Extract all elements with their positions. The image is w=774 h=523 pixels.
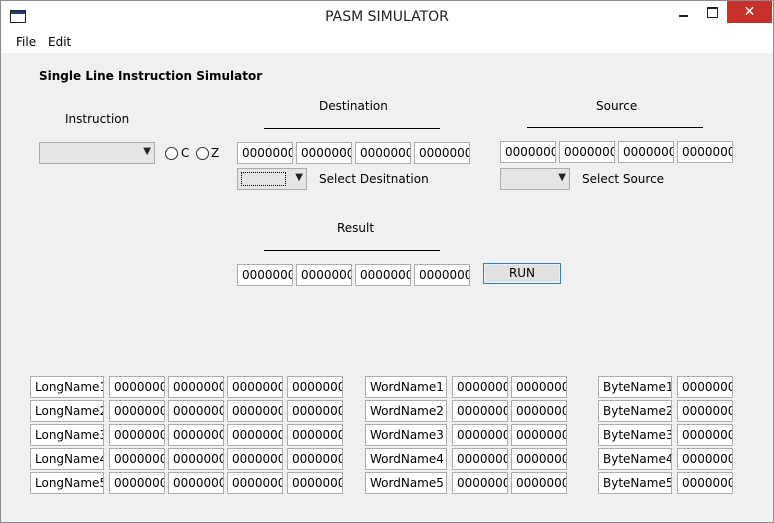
source-field-3[interactable]: 00000000 bbox=[618, 141, 674, 163]
radio-c[interactable] bbox=[165, 147, 178, 160]
long-reg-2-value-3[interactable]: 00000000 bbox=[227, 400, 283, 422]
byte-reg-3-value[interactable]: 00000000 bbox=[677, 424, 733, 446]
destination-select-label: Select Desitnation bbox=[319, 172, 429, 186]
word-reg-name-5[interactable]: WordName5 bbox=[365, 472, 447, 494]
menu-file[interactable]: File bbox=[16, 35, 36, 49]
result-field-3[interactable]: 00000000 bbox=[355, 264, 411, 286]
source-select-label: Select Source bbox=[582, 172, 665, 186]
radio-z[interactable] bbox=[196, 147, 209, 160]
run-button[interactable]: RUN bbox=[483, 263, 561, 284]
long-reg-name-4[interactable]: LongName4 bbox=[30, 448, 104, 470]
source-divider bbox=[527, 127, 703, 128]
byte-reg-name-1[interactable]: ByteName1 bbox=[598, 376, 672, 398]
radio-z-label: Z bbox=[211, 146, 220, 160]
long-reg-3-value-1[interactable]: 00000000 bbox=[109, 424, 165, 446]
long-reg-3-value-3[interactable]: 00000000 bbox=[227, 424, 283, 446]
long-reg-3-value-4[interactable]: 00000000 bbox=[287, 424, 343, 446]
word-reg-name-3[interactable]: WordName3 bbox=[365, 424, 447, 446]
byte-reg-name-3[interactable]: ByteName3 bbox=[598, 424, 672, 446]
long-reg-2-value-4[interactable]: 00000000 bbox=[287, 400, 343, 422]
destination-field-4[interactable]: 00000000 bbox=[414, 142, 470, 164]
long-reg-5-value-3[interactable]: 00000000 bbox=[227, 472, 283, 494]
byte-reg-2-value[interactable]: 00000000 bbox=[677, 400, 733, 422]
result-field-1[interactable]: 00000000 bbox=[237, 264, 293, 286]
long-reg-4-value-3[interactable]: 00000000 bbox=[227, 448, 283, 470]
focus-outline bbox=[241, 172, 286, 186]
destination-field-2[interactable]: 00000000 bbox=[296, 142, 352, 164]
window-title: PASM SIMULATOR bbox=[325, 9, 449, 25]
result-label: Result bbox=[337, 221, 375, 235]
radio-c-label: C bbox=[181, 146, 190, 160]
word-reg-2-value-2[interactable]: 00000000 bbox=[511, 400, 567, 422]
long-reg-4-value-4[interactable]: 00000000 bbox=[287, 448, 343, 470]
long-reg-1-value-1[interactable]: 00000000 bbox=[109, 376, 165, 398]
word-reg-2-value-1[interactable]: 00000000 bbox=[452, 400, 508, 422]
word-reg-3-value-1[interactable]: 00000000 bbox=[452, 424, 508, 446]
source-select[interactable]: ▼ bbox=[500, 168, 570, 190]
long-reg-3-value-2[interactable]: 00000000 bbox=[168, 424, 224, 446]
word-reg-3-value-2[interactable]: 00000000 bbox=[511, 424, 567, 446]
word-reg-name-1[interactable]: WordName1 bbox=[365, 376, 447, 398]
word-reg-1-value-1[interactable]: 00000000 bbox=[452, 376, 508, 398]
result-divider bbox=[264, 250, 440, 251]
destination-select[interactable]: ▼ bbox=[237, 168, 307, 190]
chevron-down-icon: ▼ bbox=[295, 172, 303, 183]
source-field-4[interactable]: 00000000 bbox=[677, 141, 733, 163]
source-field-2[interactable]: 00000000 bbox=[559, 141, 615, 163]
word-reg-4-value-2[interactable]: 00000000 bbox=[511, 448, 567, 470]
long-reg-5-value-4[interactable]: 00000000 bbox=[287, 472, 343, 494]
title-bar[interactable]: PASM SIMULATOR ✕ bbox=[1, 1, 773, 32]
source-label: Source bbox=[596, 99, 638, 113]
word-reg-5-value-1[interactable]: 00000000 bbox=[452, 472, 508, 494]
word-reg-1-value-2[interactable]: 00000000 bbox=[511, 376, 567, 398]
menu-bar: File Edit bbox=[1, 32, 773, 53]
section-title: Single Line Instruction Simulator bbox=[39, 69, 263, 83]
instruction-label: Instruction bbox=[65, 112, 130, 126]
source-field-1[interactable]: 00000000 bbox=[500, 141, 556, 163]
destination-field-1[interactable]: 00000000 bbox=[237, 142, 293, 164]
long-reg-name-3[interactable]: LongName3 bbox=[30, 424, 104, 446]
chevron-down-icon: ▼ bbox=[558, 172, 566, 183]
minimize-button[interactable] bbox=[669, 1, 697, 23]
destination-label: Destination bbox=[319, 99, 388, 113]
long-reg-name-5[interactable]: LongName5 bbox=[30, 472, 104, 494]
long-reg-4-value-1[interactable]: 00000000 bbox=[109, 448, 165, 470]
long-reg-4-value-2[interactable]: 00000000 bbox=[168, 448, 224, 470]
destination-field-3[interactable]: 00000000 bbox=[355, 142, 411, 164]
byte-reg-5-value[interactable]: 00000000 bbox=[677, 472, 733, 494]
long-reg-1-value-4[interactable]: 00000000 bbox=[287, 376, 343, 398]
long-reg-5-value-2[interactable]: 00000000 bbox=[168, 472, 224, 494]
long-reg-2-value-1[interactable]: 00000000 bbox=[109, 400, 165, 422]
long-reg-name-1[interactable]: LongName1 bbox=[30, 376, 104, 398]
result-field-4[interactable]: 00000000 bbox=[414, 264, 470, 286]
long-reg-name-2[interactable]: LongName2 bbox=[30, 400, 104, 422]
byte-reg-4-value[interactable]: 00000000 bbox=[677, 448, 733, 470]
word-reg-5-value-2[interactable]: 00000000 bbox=[511, 472, 567, 494]
maximize-button[interactable] bbox=[698, 1, 726, 23]
byte-reg-1-value[interactable]: 00000000 bbox=[677, 376, 733, 398]
instruction-select[interactable]: ▼ bbox=[39, 142, 155, 164]
long-reg-5-value-1[interactable]: 00000000 bbox=[109, 472, 165, 494]
destination-divider bbox=[264, 128, 440, 129]
chevron-down-icon: ▼ bbox=[143, 146, 151, 157]
long-reg-1-value-3[interactable]: 00000000 bbox=[227, 376, 283, 398]
byte-reg-name-2[interactable]: ByteName2 bbox=[598, 400, 672, 422]
byte-reg-name-4[interactable]: ByteName4 bbox=[598, 448, 672, 470]
word-reg-name-4[interactable]: WordName4 bbox=[365, 448, 447, 470]
result-field-2[interactable]: 00000000 bbox=[296, 264, 352, 286]
word-reg-name-2[interactable]: WordName2 bbox=[365, 400, 447, 422]
long-reg-1-value-2[interactable]: 00000000 bbox=[168, 376, 224, 398]
word-reg-4-value-1[interactable]: 00000000 bbox=[452, 448, 508, 470]
menu-edit[interactable]: Edit bbox=[48, 35, 71, 49]
close-button[interactable]: ✕ bbox=[727, 1, 772, 23]
main-window: PASM SIMULATOR ✕ File Edit Single Line I… bbox=[0, 0, 774, 523]
long-reg-2-value-2[interactable]: 00000000 bbox=[168, 400, 224, 422]
byte-reg-name-5[interactable]: ByteName5 bbox=[598, 472, 672, 494]
